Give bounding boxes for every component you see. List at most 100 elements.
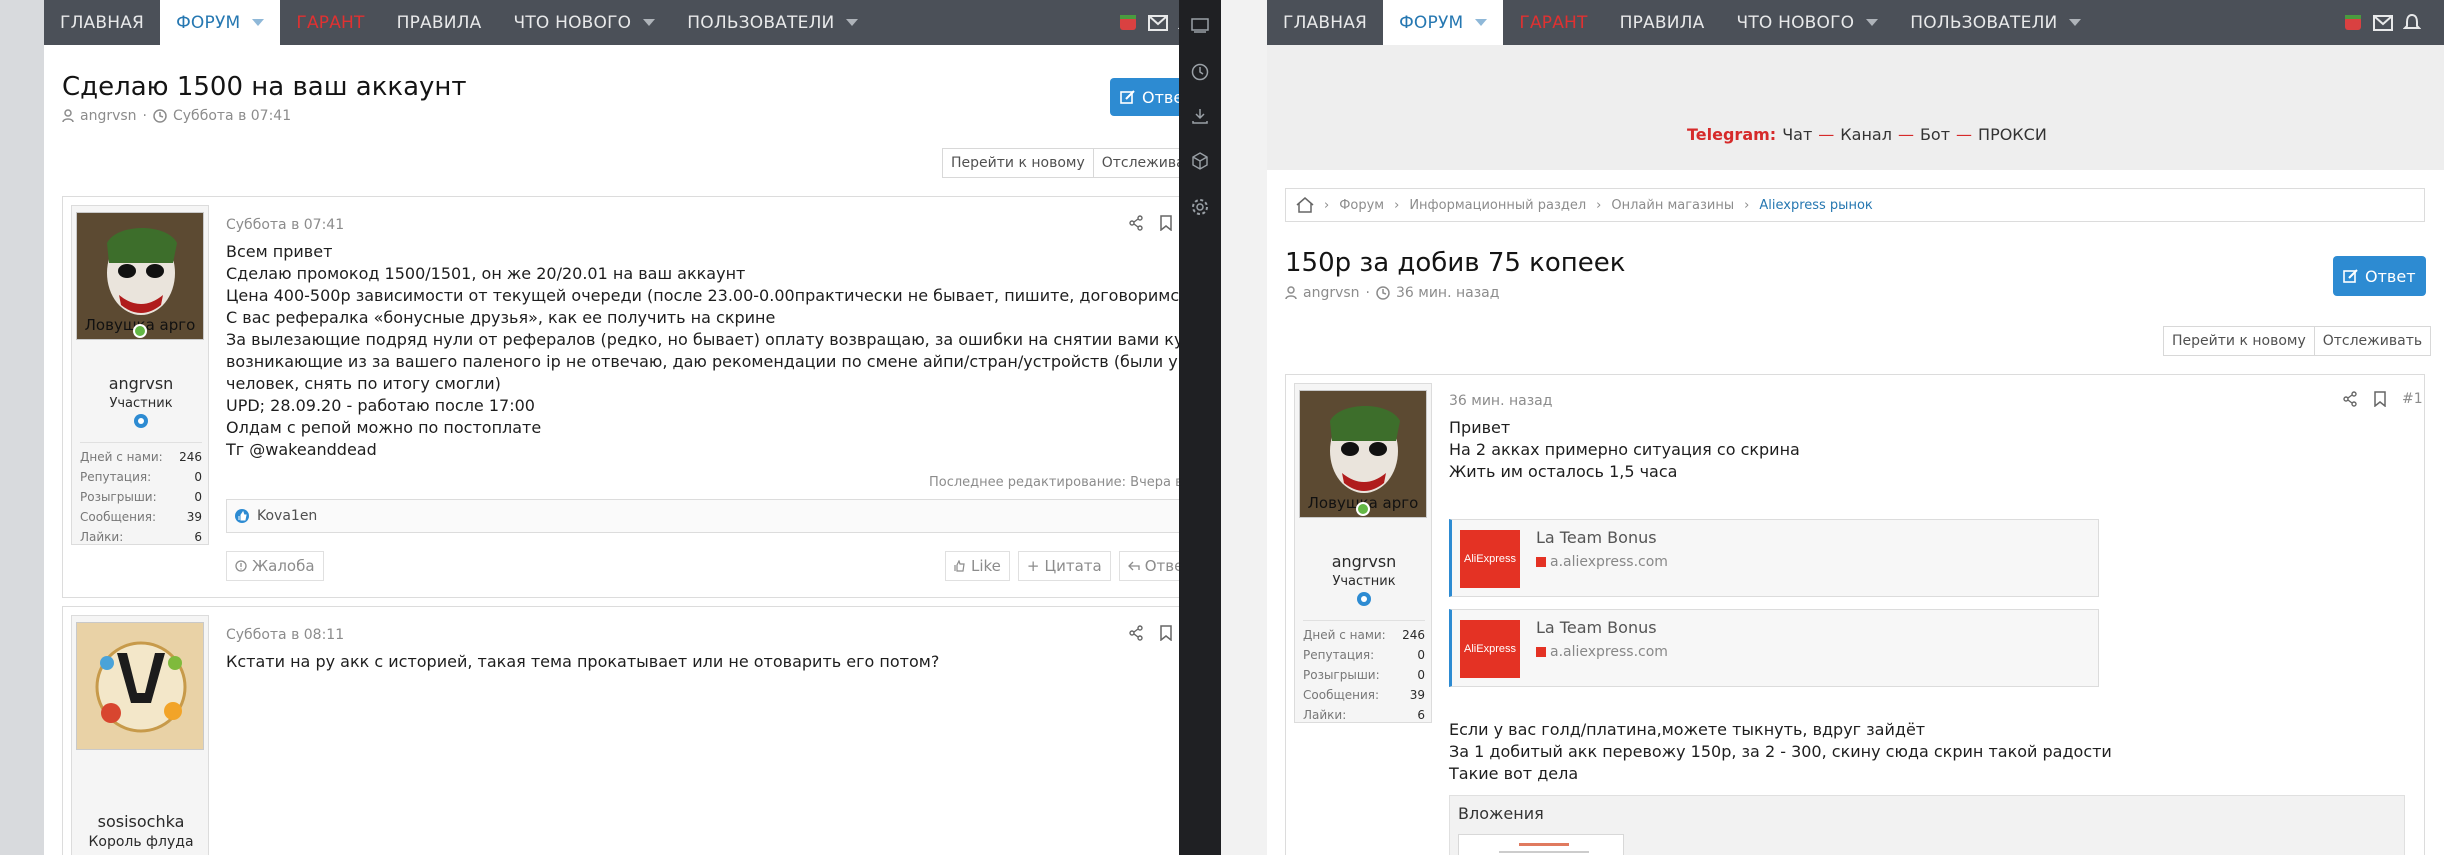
user-stat-days: Дней с нами: 246	[1303, 628, 1425, 642]
telegram-chat-link[interactable]: Чат	[1782, 125, 1812, 144]
like-button[interactable]: Like	[945, 551, 1010, 581]
breadcrumb-link[interactable]: Форум	[1339, 198, 1384, 213]
reply-icon	[1127, 560, 1140, 572]
post-line: Кстати на ру акк с историей, такая тема …	[226, 652, 940, 671]
nav-tab-home[interactable]: ГЛАВНАЯ	[44, 0, 160, 45]
thread-action-buttons: Перейти к новому Отслеживать	[2163, 326, 2432, 356]
post-line: Такие вот дела	[1449, 764, 1579, 783]
strawberry-icon[interactable]	[1118, 13, 1138, 33]
tabs-icon[interactable]	[1191, 18, 1209, 34]
user-stat-giveaways: Розыгрыши: 0	[80, 490, 202, 504]
nav-tab-forum[interactable]: ФОРУМ	[1383, 0, 1504, 45]
goto-new-button[interactable]: Перейти к новому	[2163, 326, 2315, 356]
history-icon[interactable]	[1191, 63, 1209, 81]
report-button[interactable]: Жалоба	[226, 551, 324, 581]
user-stat-messages: Сообщения: 39	[80, 510, 202, 524]
avatar[interactable]	[76, 622, 204, 750]
breadcrumb-link[interactable]: Онлайн магазины	[1611, 198, 1734, 213]
chevron-down-icon[interactable]	[846, 19, 859, 26]
telegram-channel-link[interactable]: Канал	[1840, 125, 1892, 144]
reply-button[interactable]: Ответ	[1110, 78, 1179, 116]
chevron-down-icon[interactable]	[252, 19, 265, 26]
telegram-banner-area	[1267, 45, 2444, 170]
nav-tab-garant[interactable]: ГАРАНТ	[1503, 0, 1603, 45]
nav-tab-rules[interactable]: ПРАВИЛА	[1604, 0, 1721, 45]
reply-button-label: Ответ	[2365, 266, 2416, 286]
bookmark-icon[interactable]	[2374, 391, 2386, 407]
chevron-down-icon[interactable]	[1866, 19, 1879, 26]
user-box: sosisochka Король флуда	[71, 615, 209, 855]
share-icon[interactable]	[1128, 215, 1144, 231]
post-time[interactable]: Суббота в 08:11	[226, 627, 344, 643]
link-card[interactable]: AliExpress La Team Bonus a.aliexpress.co…	[1449, 609, 2099, 687]
post-tools: #2	[1128, 625, 1179, 641]
thread-date[interactable]: Суббота в 07:41	[173, 108, 291, 124]
username[interactable]: sosisochka	[72, 812, 210, 831]
user-stat-reputation: Репутация: 0	[1303, 648, 1425, 662]
mail-icon[interactable]	[2373, 14, 2393, 31]
nav-tab-users[interactable]: ПОЛЬЗОВАТЕЛИ	[671, 0, 874, 45]
telegram-bot-link[interactable]: Бот	[1920, 125, 1950, 144]
settings-icon[interactable]	[1191, 198, 1209, 216]
watch-button[interactable]: Отслеживать	[2314, 326, 2432, 356]
reply-post-label: Ответ	[1144, 557, 1179, 575]
mail-icon[interactable]	[1148, 14, 1168, 31]
quote-button[interactable]: + Цитата	[1017, 551, 1111, 581]
chevron-down-icon[interactable]	[2069, 19, 2082, 26]
bookmark-icon[interactable]	[1160, 625, 1172, 641]
post-body-bottom: Если у вас голд/платина,можете тыкнуть, …	[1449, 719, 2112, 785]
chevron-down-icon[interactable]	[1475, 19, 1488, 26]
user-stat-days: Дней с нами: 246	[80, 450, 202, 464]
right-navbar: ГЛАВНАЯ ФОРУМ ГАРАНТ ПРАВИЛА ЧТО НОВОГО …	[1267, 0, 2444, 45]
thread-author-link[interactable]: angrvsn	[80, 108, 137, 124]
nav-tab-users[interactable]: ПОЛЬЗОВАТЕЛИ	[1894, 0, 2097, 45]
watch-button[interactable]: Отслеживать	[1093, 148, 1179, 178]
nav-tab-users-label: ПОЛЬЗОВАТЕЛИ	[687, 12, 835, 33]
post-number[interactable]: #1	[2402, 391, 2423, 407]
bookmark-icon[interactable]	[1160, 215, 1172, 231]
attachment-thumbnail[interactable]	[1458, 834, 1624, 855]
bell-icon[interactable]	[2403, 13, 2421, 33]
reply-post-button[interactable]: Ответ	[1118, 551, 1179, 581]
share-icon[interactable]	[2342, 391, 2358, 407]
download-icon[interactable]	[1191, 107, 1209, 125]
username[interactable]: angrvsn	[72, 374, 210, 393]
post-line: Цена 400-500р зависимости от текущей оче…	[226, 286, 1179, 305]
breadcrumb-current[interactable]: Aliexpress рынок	[1759, 198, 1872, 213]
post-line: На 2 акках примерно ситуация со скрина	[1449, 440, 1800, 459]
thread-author-link[interactable]: angrvsn	[1303, 285, 1360, 301]
thread-date[interactable]: 36 мин. назад	[1396, 285, 1499, 301]
breadcrumb-link[interactable]: Информационный раздел	[1409, 198, 1586, 213]
goto-new-button[interactable]: Перейти к новому	[942, 148, 1094, 178]
chevron-down-icon[interactable]	[643, 19, 656, 26]
link-card-title[interactable]: La Team Bonus	[1536, 528, 1657, 547]
nav-tab-home[interactable]: ГЛАВНАЯ	[1267, 0, 1383, 45]
share-icon[interactable]	[1128, 625, 1144, 641]
cube-icon[interactable]	[1191, 152, 1209, 170]
reply-button[interactable]: Ответ	[2333, 256, 2426, 296]
username[interactable]: angrvsn	[1295, 552, 1433, 571]
reaction-user-link[interactable]: Kova1en	[257, 508, 317, 524]
post-line: Жить им осталось 1,5 часа	[1449, 462, 1678, 481]
home-icon[interactable]	[1296, 197, 1314, 213]
post-time[interactable]: 36 мин. назад	[1449, 393, 1552, 409]
strawberry-icon[interactable]	[2343, 13, 2363, 33]
telegram-proxy-link[interactable]: ПРОКСИ	[1978, 125, 2047, 144]
link-card[interactable]: AliExpress La Team Bonus a.aliexpress.co…	[1449, 519, 2099, 597]
user-stat-likes: Лайки: 6	[80, 530, 202, 544]
aliexpress-logo: AliExpress	[1460, 620, 1520, 678]
link-card-domain: a.aliexpress.com	[1550, 554, 1668, 570]
meta-separator: ·	[1365, 285, 1370, 301]
user-stat-likes: Лайки: 6	[1303, 708, 1425, 722]
post-time[interactable]: Суббота в 07:41	[226, 217, 344, 233]
thread-meta: angrvsn · Суббота в 07:41	[62, 108, 291, 124]
nav-tab-whats-new[interactable]: ЧТО НОВОГО	[497, 0, 671, 45]
reply-button-label: Ответ	[1142, 87, 1179, 107]
nav-tab-whats-new[interactable]: ЧТО НОВОГО	[1720, 0, 1894, 45]
nav-tab-forum-label: ФОРУМ	[1399, 12, 1464, 33]
nav-tab-rules[interactable]: ПРАВИЛА	[381, 0, 498, 45]
telegram-dash: —	[1956, 125, 1973, 144]
nav-tab-forum[interactable]: ФОРУМ	[160, 0, 281, 45]
link-card-title[interactable]: La Team Bonus	[1536, 618, 1657, 637]
nav-tab-garant[interactable]: ГАРАНТ	[280, 0, 380, 45]
